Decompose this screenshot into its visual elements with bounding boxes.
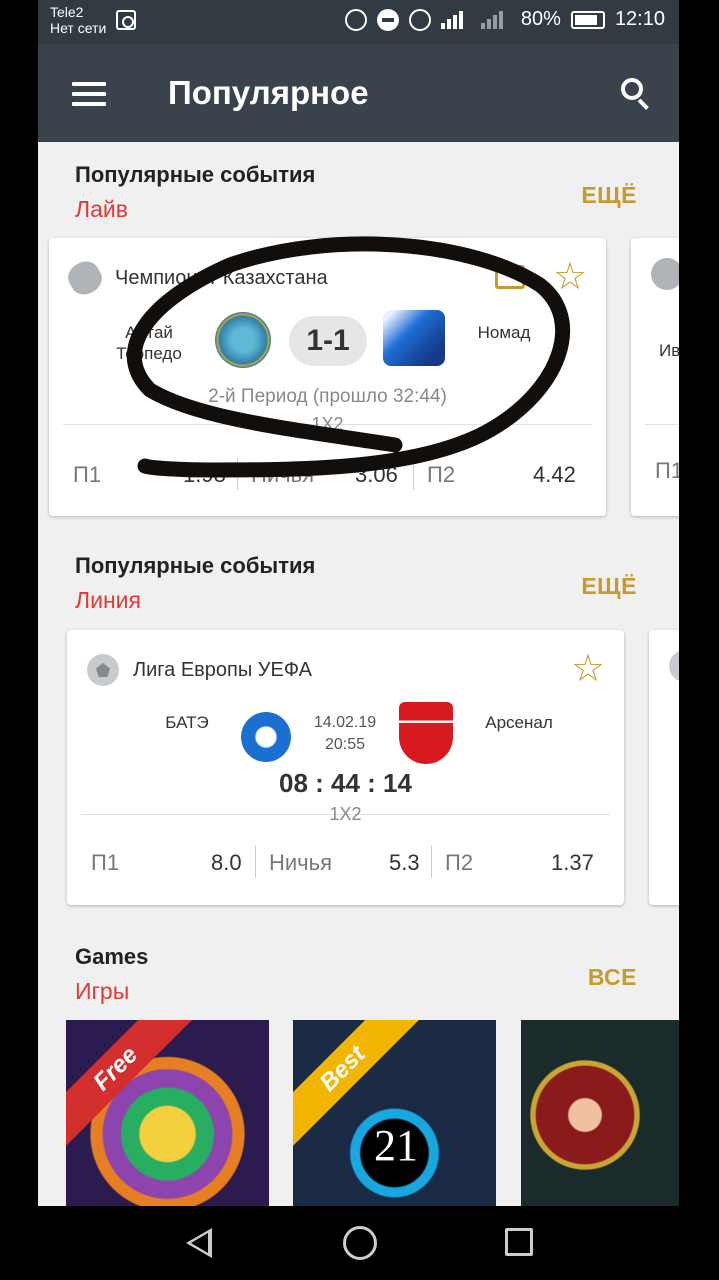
odd-separator (255, 846, 256, 878)
home-team-logo (241, 712, 291, 762)
recent-apps-icon[interactable] (505, 1228, 533, 1256)
match-datetime: 14.02.19 20:55 (297, 712, 393, 756)
system-nav-bar (0, 1206, 719, 1280)
odd-separator (431, 846, 432, 878)
line-card-header: Лига Европы УЕФА (87, 654, 312, 686)
odd-value-home[interactable]: 8.0 (211, 850, 242, 876)
carrier-info: Tele2 Нет сети (50, 4, 106, 36)
league-name: Лига Европы УЕФА (133, 658, 312, 681)
signal-icon (440, 10, 471, 29)
odd-separator (237, 458, 238, 490)
card-divider (645, 424, 679, 425)
odd-label-draw[interactable]: Ничья (251, 462, 314, 488)
odd-value-away[interactable]: 4.42 (533, 462, 576, 488)
alarm-icon (408, 8, 431, 31)
battery-icon (570, 10, 605, 29)
away-team-logo (383, 310, 445, 366)
odd-value-home[interactable]: 1.98 (183, 462, 226, 488)
away-team-logo (399, 702, 453, 764)
countdown-timer: 08 : 44 : 14 (279, 768, 412, 798)
odds-row: П1 1.98 Ничья 3.06 П2 4.42 (73, 458, 583, 492)
live-event-card-peek[interactable]: Ив П1 (631, 238, 679, 516)
soccer-ball-icon (669, 650, 679, 682)
main-content[interactable]: Популярные события Лайв ЕЩЁ Чемпионат Ка… (38, 142, 679, 1206)
line-section-subtitle: Линия (75, 587, 141, 613)
live-section-title: Популярные события (75, 162, 316, 187)
peek-team-name: Ив (659, 341, 679, 360)
favorite-star-icon[interactable]: ☆ (571, 650, 605, 688)
odd-label-away[interactable]: П2 (427, 462, 455, 488)
live-section-subtitle: Лайв (75, 196, 128, 222)
match-period: 2-й Период (прошло 32:44) (208, 386, 447, 407)
game-tile-lucky-wheel[interactable]: Free (66, 1020, 269, 1206)
hotspot-icon (344, 8, 367, 31)
status-icons: 80% 12:10 (344, 8, 665, 31)
menu-icon[interactable] (72, 82, 106, 106)
carrier-name: Tele2 (50, 4, 84, 20)
line-more-link[interactable]: ЕЩЁ (581, 573, 637, 600)
odd-label-draw[interactable]: Ничья (269, 850, 332, 876)
odd-value-away[interactable]: 1.37 (551, 850, 594, 876)
free-ribbon: Free (66, 1020, 194, 1147)
market-label: 1X2 (329, 804, 362, 824)
home-team-logo (215, 312, 271, 368)
odd-label-away[interactable]: П2 (445, 850, 473, 876)
live-more-link[interactable]: ЕЩЁ (581, 182, 637, 209)
live-score: 1-1 (289, 316, 367, 366)
away-team-name: Номад (477, 323, 531, 342)
line-section-title: Популярные события (75, 553, 316, 578)
league-name: Чемпионат Казахстана (115, 266, 328, 289)
games-section-subtitle: Игры (75, 978, 130, 1004)
page-title: Популярное (168, 74, 369, 111)
signal-2-icon (480, 10, 511, 29)
phone-screen: Tele2 Нет сети 80% 12:10 Популярное Попу… (0, 0, 719, 1280)
battery-percent: 80% (520, 8, 561, 30)
clock: 12:10 (614, 8, 665, 30)
game-tile-apple-fortune[interactable] (521, 1020, 679, 1206)
back-icon[interactable] (186, 1228, 212, 1258)
game-tile-21[interactable]: Best 21 (293, 1020, 496, 1206)
favorite-star-icon[interactable]: ☆ (553, 258, 587, 296)
table-tennis-icon (651, 258, 679, 290)
home-icon[interactable] (343, 1226, 377, 1260)
screenshot-icon (116, 10, 136, 30)
away-team-name: Арсенал (485, 713, 553, 732)
odd-value-draw[interactable]: 3.06 (355, 462, 398, 488)
hockey-puck-icon (63, 256, 107, 300)
search-icon[interactable] (621, 78, 651, 110)
market-label: 1X2 (311, 414, 344, 434)
live-card-header: Чемпионат Казахстана (63, 256, 328, 300)
odd-separator (413, 458, 414, 490)
match-time: 20:55 (324, 736, 366, 753)
odd-label-home[interactable]: П1 (91, 850, 119, 876)
tv-stream-icon[interactable] (495, 265, 525, 289)
odd-value-draw[interactable]: 5.3 (389, 850, 420, 876)
match-date: 14.02.19 (313, 714, 377, 731)
status-bar: Tele2 Нет сети 80% 12:10 (38, 0, 679, 44)
soccer-ball-icon (87, 654, 119, 686)
network-status: Нет сети (50, 20, 107, 36)
games-all-link[interactable]: ВСЕ (588, 964, 637, 991)
app-bar: Популярное (38, 44, 679, 142)
game-21-label: 21 (374, 1121, 418, 1170)
line-event-card[interactable]: Лига Европы УЕФА ☆ БАТЭ 14.02.19 20:55 А… (67, 630, 624, 905)
games-section-title: Games (75, 944, 149, 969)
odds-row: П1 8.0 Ничья 5.3 П2 1.37 (91, 846, 601, 880)
live-event-card[interactable]: Чемпионат Казахстана ☆ Алтай Торпедо 1-1… (49, 238, 606, 516)
peek-odd-label[interactable]: П1 (655, 458, 679, 484)
line-event-card-peek[interactable] (649, 630, 679, 905)
do-not-disturb-icon (376, 8, 399, 31)
home-team-name: Алтай Торпедо (116, 323, 182, 363)
odd-label-home[interactable]: П1 (73, 462, 101, 488)
home-team-name: БАТЭ (165, 713, 209, 732)
